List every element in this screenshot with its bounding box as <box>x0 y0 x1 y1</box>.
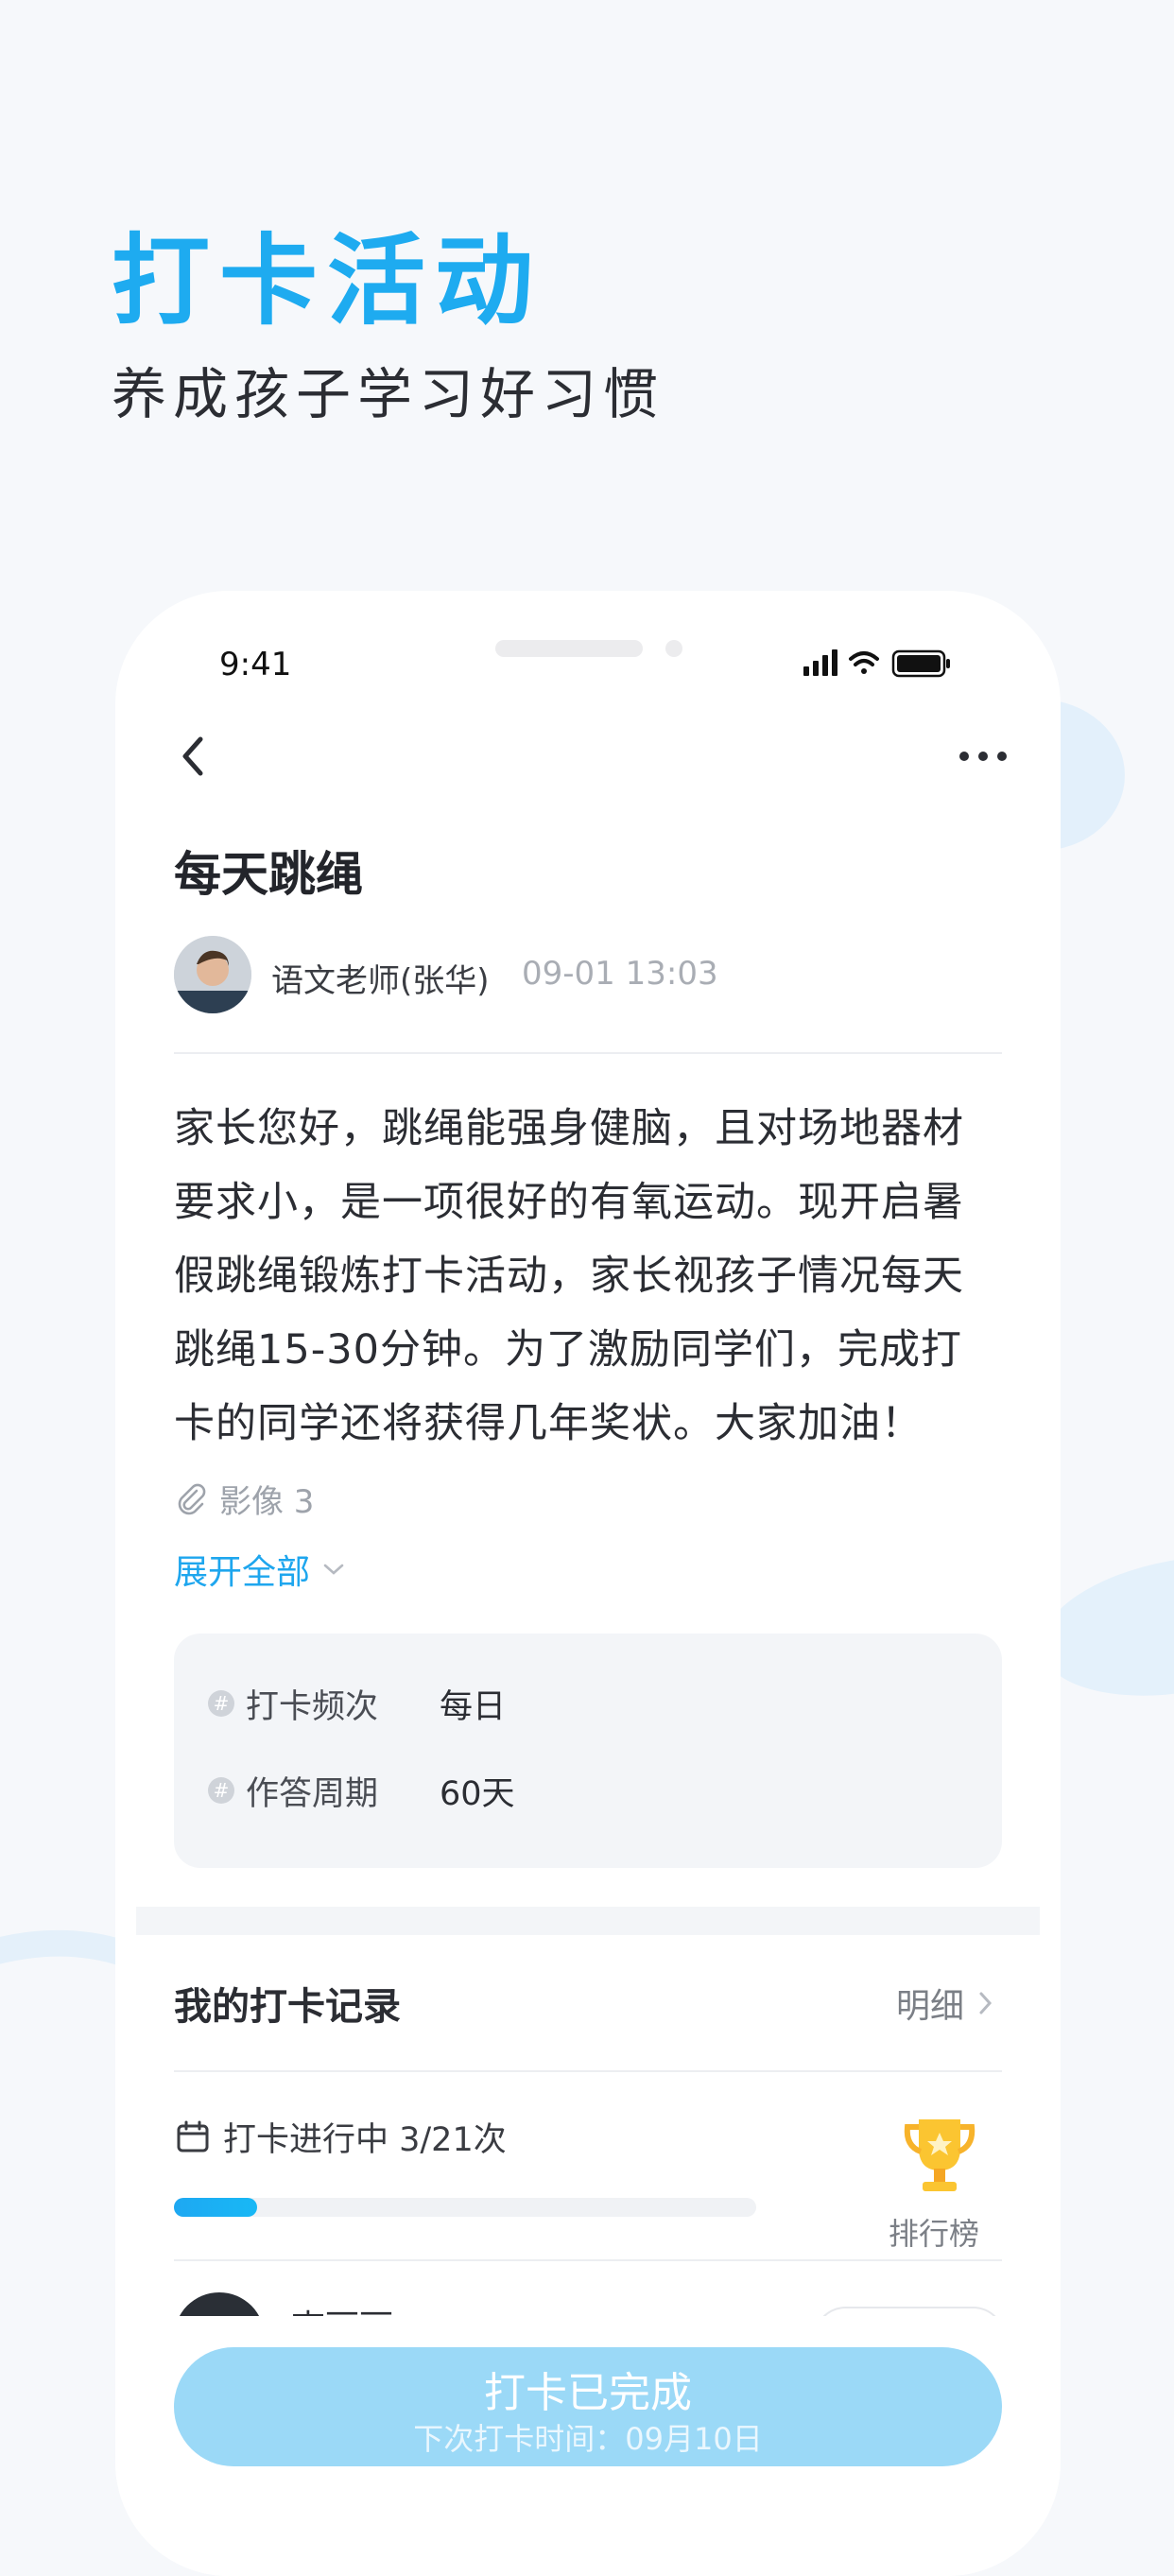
post-title: 每天跳绳 <box>174 847 363 902</box>
expand-all-button[interactable]: 展开全部 <box>174 1546 346 1593</box>
phone-frame: 9:41 每天跳绳 语文老师(张华) 09-01 13:03 家长您好，跳绳能强… <box>115 591 1061 2576</box>
progress-status: 打卡进行中 3/21次 <box>174 2113 507 2161</box>
post-body-line: 卡的同学还将获得几年奖状。大家加油！ <box>174 1400 923 1447</box>
battery-icon <box>891 649 950 678</box>
avatar[interactable] <box>174 936 251 1013</box>
chevron-left-icon[interactable] <box>170 728 217 785</box>
divider <box>174 1052 1002 1054</box>
divider <box>174 2259 1002 2261</box>
cta-main-label: 打卡已完成 <box>484 2369 692 2417</box>
frequency-value: 每日 <box>440 1687 507 1726</box>
wifi-icon <box>849 651 879 674</box>
period-label: 作答周期 <box>246 1774 379 1813</box>
expand-label: 展开全部 <box>174 1553 311 1592</box>
attachment-label: 影像 3 <box>219 1482 315 1521</box>
hero-subtitle: 养成孩子学习好习惯 <box>112 362 665 426</box>
attachment-link[interactable]: 影像 3 <box>174 1475 314 1522</box>
trophy-icon[interactable] <box>892 2108 987 2203</box>
progress-text: 打卡进行中 3/21次 <box>223 2121 507 2159</box>
checkin-complete-button[interactable]: 打卡已完成 下次打卡时间：09月10日 <box>174 2347 1002 2466</box>
speaker-bar <box>495 640 643 657</box>
hero-title: 打卡活动 <box>112 223 544 338</box>
camera-dot <box>665 640 682 657</box>
post-body-line: 家长您好，跳绳能强身健脑，且对场地器材 <box>174 1105 964 1152</box>
calendar-icon <box>177 2120 209 2152</box>
records-title: 我的打卡记录 <box>174 1985 401 2029</box>
chevron-right-icon <box>979 1992 993 2014</box>
post-body-line: 假跳绳锻炼打卡活动，家长视孩子情况每天 <box>174 1253 964 1300</box>
post-body-line: 要求小，是一项很好的有氧运动。现开启暑 <box>174 1179 964 1226</box>
progress-bar <box>174 2198 756 2217</box>
status-icons <box>803 649 950 678</box>
hash-icon: # <box>208 1777 234 1804</box>
info-row-frequency: # 打卡频次 每日 <box>208 1675 506 1732</box>
section-divider <box>136 1907 1040 1935</box>
info-card: # 打卡频次 每日 # 作答周期 60天 <box>174 1634 1002 1868</box>
hash-icon: # <box>208 1690 234 1717</box>
author-name: 语文老师(张华) <box>271 962 490 1000</box>
info-row-period: # 作答周期 60天 <box>208 1762 515 1819</box>
frequency-label: 打卡频次 <box>246 1687 379 1726</box>
chevron-down-icon <box>323 1564 344 1575</box>
period-value: 60天 <box>440 1774 515 1813</box>
records-detail-link[interactable]: 明细 <box>896 1979 994 2028</box>
paperclip-icon <box>178 1483 206 1515</box>
post-timestamp: 09-01 13:03 <box>522 955 718 993</box>
bottom-bar: 打卡已完成 下次打卡时间：09月10日 <box>115 2316 1061 2576</box>
post-body: 家长您好，跳绳能强身健脑，且对场地器材 要求小，是一项很好的有氧运动。现开启暑 … <box>174 1092 1006 1461</box>
post-body-line: 跳绳15-30分钟。为了激励同学们，完成打 <box>174 1326 962 1374</box>
progress-fill <box>174 2198 257 2217</box>
more-horizontal-icon[interactable] <box>955 742 1011 770</box>
signal-icon <box>803 649 837 676</box>
status-time: 9:41 <box>219 646 292 683</box>
divider <box>174 2070 1002 2072</box>
leaderboard-label[interactable]: 排行榜 <box>889 2210 979 2254</box>
detail-label: 明细 <box>896 1987 965 2026</box>
cta-sub-label: 下次打卡时间：09月10日 <box>413 2421 763 2457</box>
